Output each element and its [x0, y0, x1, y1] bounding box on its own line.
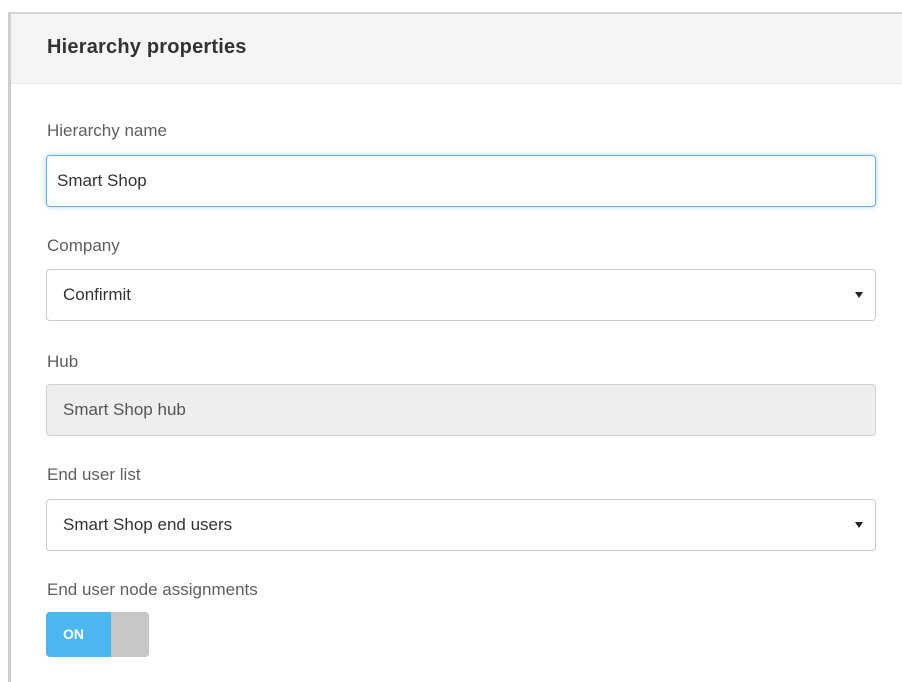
end-user-list-label: End user list: [47, 465, 141, 484]
company-select[interactable]: Confirmit: [46, 269, 876, 321]
end-user-list-select[interactable]: Smart Shop end users: [46, 499, 876, 551]
toggle-on-label: ON: [46, 612, 111, 657]
end-user-node-assignments-toggle[interactable]: ON: [46, 612, 149, 657]
hub-label: Hub: [47, 352, 79, 371]
panel-left-border: [8, 12, 11, 682]
hub-value: Smart Shop hub: [63, 400, 186, 419]
end-user-node-assignments-label: End user node assignments: [47, 580, 258, 599]
toggle-knob: [111, 612, 149, 657]
caret-down-icon: [855, 522, 863, 528]
hierarchy-properties-panel: Hierarchy properties Hierarchy name Comp…: [0, 0, 902, 682]
end-user-list-selected-value: Smart Shop end users: [63, 515, 233, 534]
panel-header: Hierarchy properties: [11, 14, 902, 84]
company-label: Company: [47, 236, 120, 255]
panel-title: Hierarchy properties: [47, 36, 247, 58]
caret-down-icon: [855, 292, 863, 298]
hierarchy-name-input[interactable]: [46, 155, 876, 207]
hierarchy-name-label: Hierarchy name: [47, 121, 167, 140]
company-selected-value: Confirmit: [63, 285, 132, 304]
hub-readonly-field: Smart Shop hub: [46, 384, 876, 436]
